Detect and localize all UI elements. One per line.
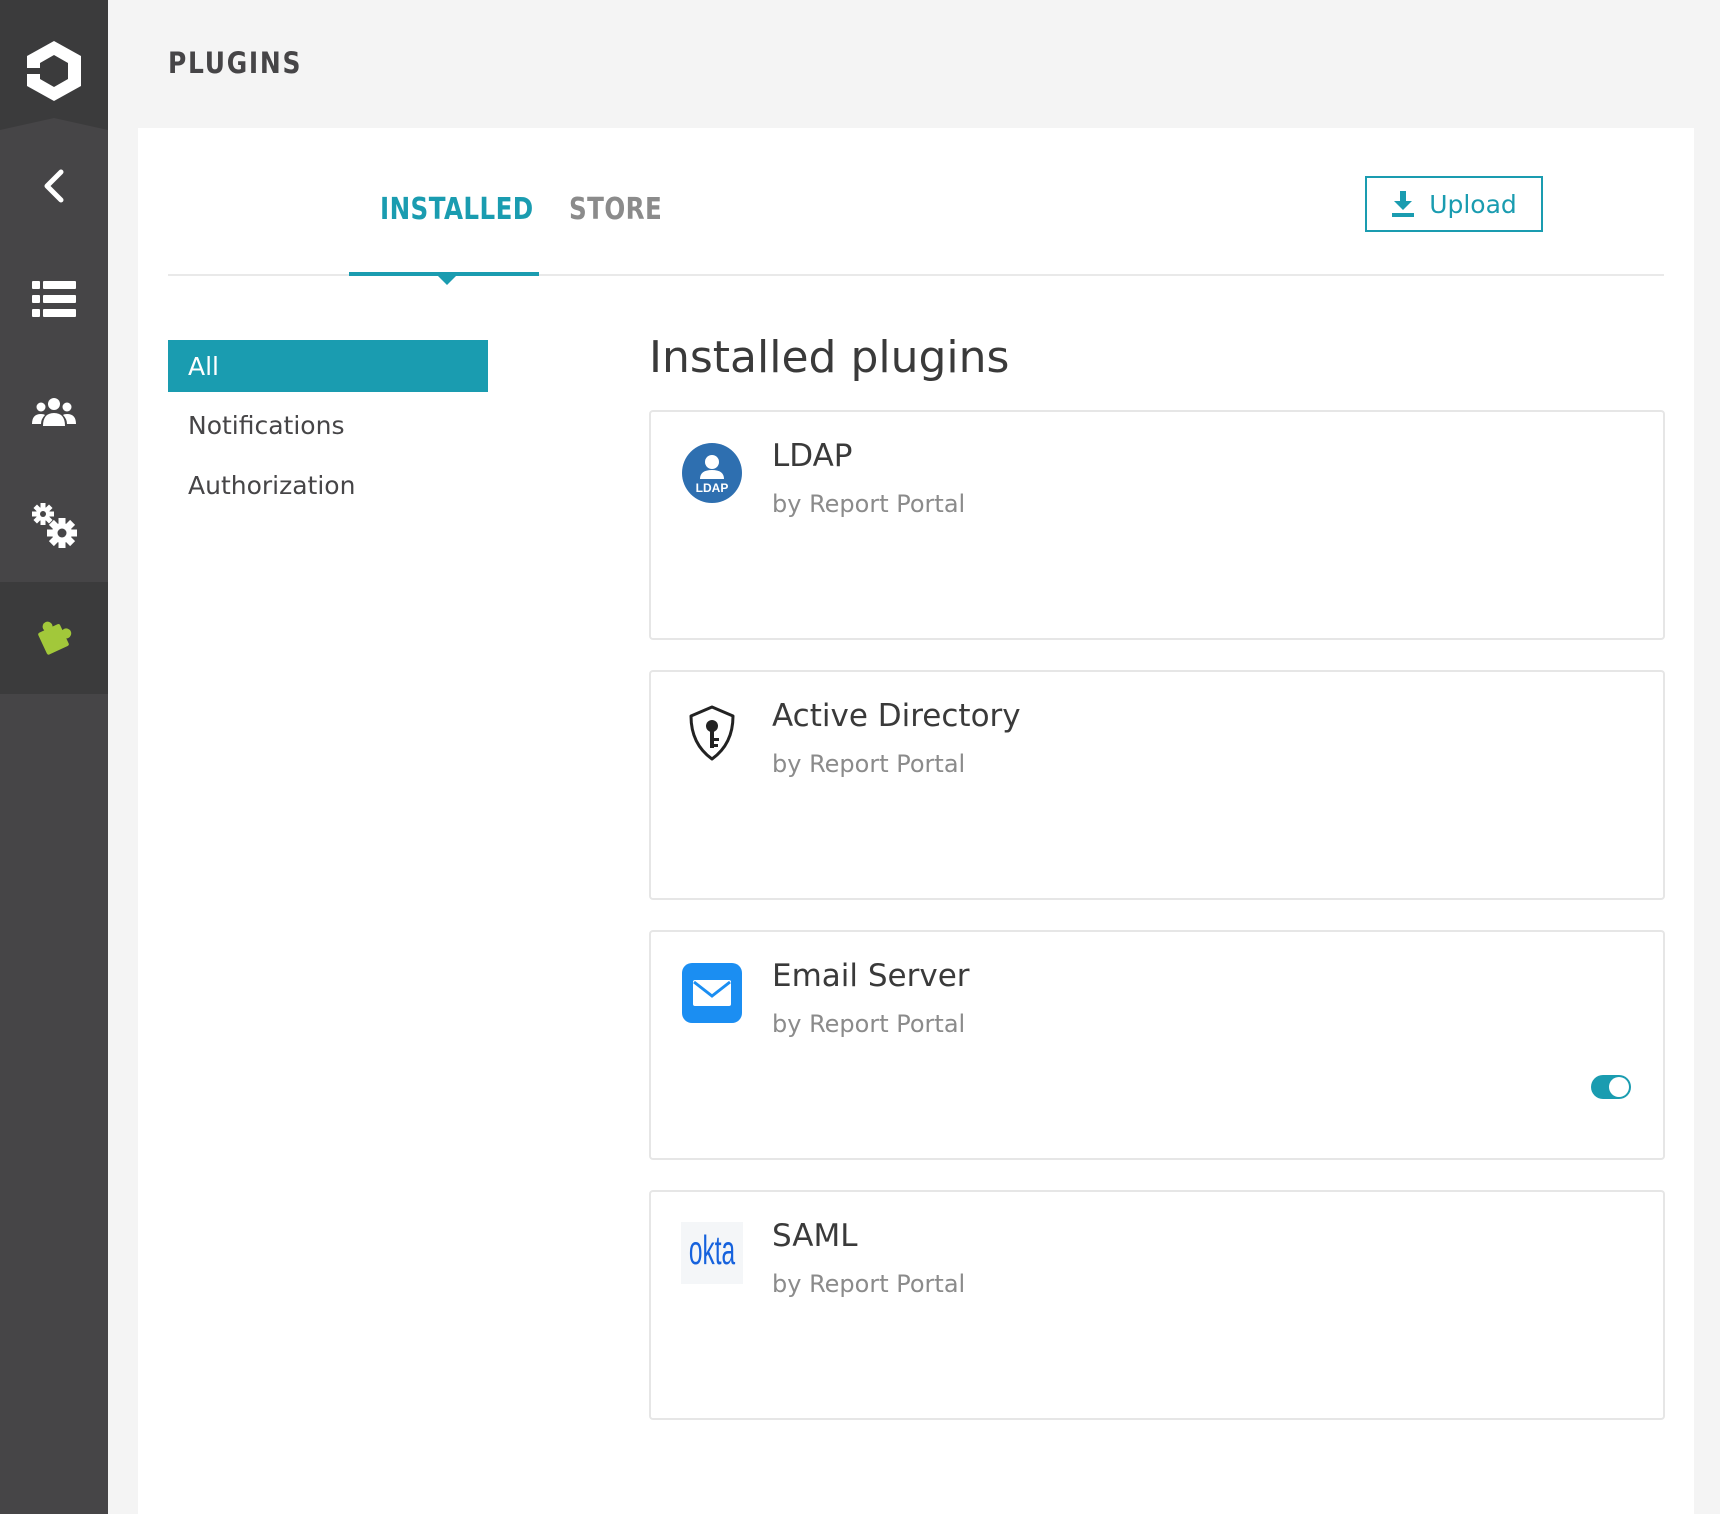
svg-text:LDAP: LDAP [696,481,729,495]
plugin-card-active-directory[interactable]: Active Directory by Report Portal [649,670,1665,900]
plugin-name: Active Directory [772,698,1021,734]
download-icon [1392,191,1415,217]
plugin-author: by Report Portal [772,1270,966,1298]
toggle-knob [1609,1077,1629,1097]
launches-list-icon [32,281,76,317]
ldap-icon: LDAP [681,442,743,504]
filter-all[interactable]: All [168,340,488,392]
upload-button-label: Upload [1429,189,1517,219]
plugin-name: LDAP [772,438,853,474]
plugin-name: Email Server [772,958,970,994]
plugin-author: by Report Portal [772,1010,966,1038]
plugins-panel: INSTALLED STORE Upload All Notifications… [138,128,1694,1514]
back-chevron-icon [44,169,64,203]
sidebar [0,0,108,1514]
section-title: Installed plugins [649,332,1010,383]
upload-button[interactable]: Upload [1365,176,1543,232]
sidebar-item-settings[interactable] [0,469,108,581]
plugin-name: SAML [772,1218,858,1254]
plugin-enable-toggle[interactable] [1591,1075,1631,1099]
report-portal-logo-icon [27,41,81,101]
sidebar-item-members[interactable] [0,356,108,468]
filter-notifications[interactable]: Notifications [168,399,488,451]
shield-key-icon [681,702,743,764]
page-title: PLUGINS [168,46,303,80]
plugin-author: by Report Portal [772,490,966,518]
okta-logo-icon: okta [681,1222,743,1284]
filter-authorization[interactable]: Authorization [168,459,488,511]
email-icon [681,962,743,1024]
members-icon [32,398,76,426]
sidebar-item-plugins[interactable] [0,582,108,694]
tab-installed[interactable]: INSTALLED [380,192,534,227]
active-tab-caret [438,276,456,285]
plugin-card-email-server[interactable]: Email Server by Report Portal [649,930,1665,1160]
app-logo[interactable] [0,0,108,130]
svg-text:okta: okta [689,1229,735,1274]
plugin-card-saml[interactable]: okta SAML by Report Portal [649,1190,1665,1420]
tab-store[interactable]: STORE [569,192,662,227]
sidebar-item-launches[interactable] [0,243,108,355]
plugins-puzzle-icon [38,621,72,655]
settings-icon [32,503,77,548]
plugin-card-ldap[interactable]: LDAP LDAP by Report Portal [649,410,1665,640]
plugin-author: by Report Portal [772,750,966,778]
sidebar-item-back[interactable] [0,130,108,242]
